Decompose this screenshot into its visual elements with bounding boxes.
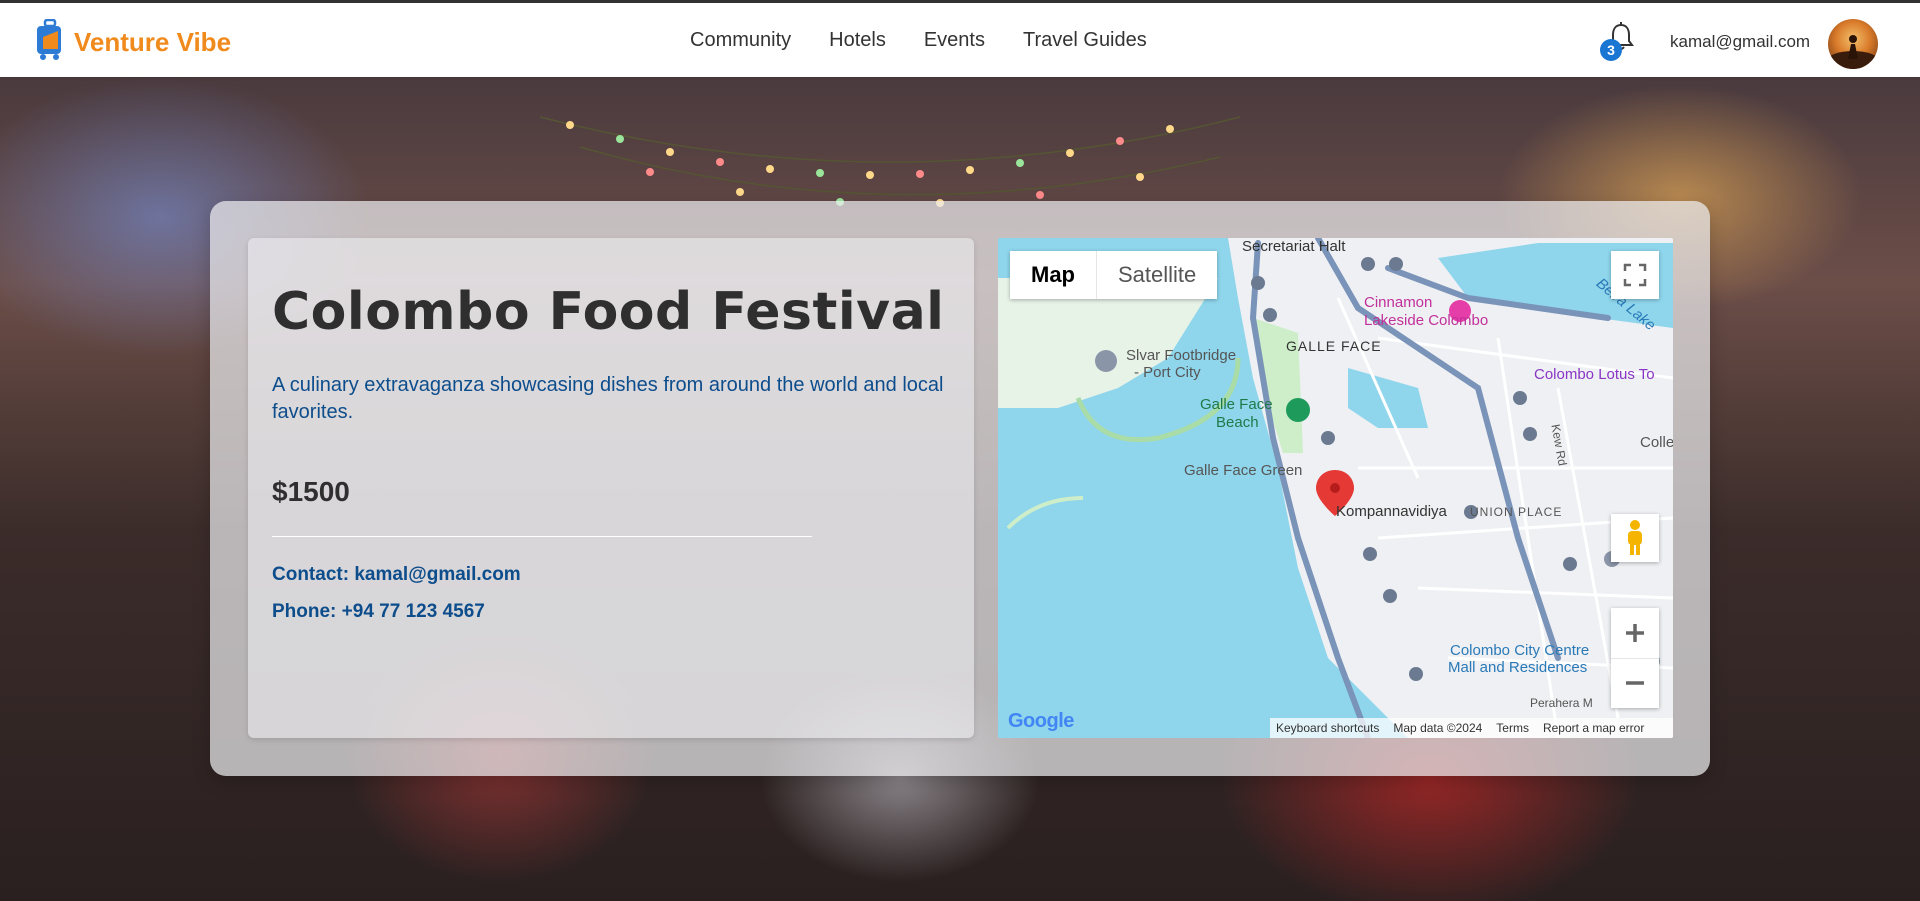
divider <box>272 536 812 537</box>
report-map-error-link[interactable]: Report a map error <box>1543 721 1644 735</box>
keyboard-shortcuts-link[interactable]: Keyboard shortcuts <box>1276 721 1379 735</box>
map-label-galle-face-area: GALLE FACE <box>1286 338 1382 354</box>
event-phone[interactable]: Phone: +94 77 123 4567 <box>272 601 485 623</box>
user-avatar[interactable] <box>1828 19 1878 69</box>
nav-community[interactable]: Community <box>690 29 791 52</box>
map-zoom-control <box>1611 608 1659 708</box>
map-fullscreen-button[interactable] <box>1611 251 1659 299</box>
user-email: kamal@gmail.com <box>1670 32 1811 51</box>
map-label-cinnamon: Cinnamon <box>1364 294 1433 311</box>
map-label-silvar-2: - Port City <box>1134 364 1201 381</box>
nav-hotels[interactable]: Hotels <box>829 29 886 52</box>
string-lights-decoration <box>540 116 1240 207</box>
map-label-ccc: Colombo City Centre <box>1450 642 1590 659</box>
pegman-icon <box>1628 520 1642 555</box>
street-view-pegman-button[interactable] <box>1611 514 1659 562</box>
nav-travel-guides[interactable]: Travel Guides <box>1023 29 1147 52</box>
terms-link[interactable]: Terms <box>1496 721 1529 735</box>
map-label-silvar: Slvar Footbridge <box>1126 347 1237 364</box>
notifications-button[interactable]: 3 <box>1600 21 1634 61</box>
map-type-satellite-button[interactable]: Satellite <box>1096 251 1217 299</box>
map-label-gf-green: Galle Face Green <box>1184 462 1303 479</box>
avatar-image <box>1828 35 1878 69</box>
map-label-gf-beach: Galle Face <box>1200 396 1273 413</box>
main-nav: Community Hotels Events Travel Guides <box>690 29 1147 52</box>
map-label-gf-beach-2: Beach <box>1216 414 1259 431</box>
event-location-map[interactable]: Secretariat Halt Cinnamon Lakeside Colom… <box>998 238 1673 738</box>
event-contact[interactable]: Contact: kamal@gmail.com <box>272 564 521 586</box>
map-label-cinnamon-2: Lakeside Colombo <box>1364 312 1489 329</box>
top-navbar: Venture Vibe Community Hotels Events Tra… <box>0 0 1920 77</box>
map-attribution-bar: Keyboard shortcuts Map data ©2024 Terms … <box>1270 718 1673 738</box>
map-label-lotus: Colombo Lotus To <box>1534 366 1655 383</box>
map-label-perahera: Perahera M <box>1530 696 1593 710</box>
nav-events[interactable]: Events <box>924 29 985 52</box>
plus-icon <box>1626 623 1644 642</box>
brand-name: Venture Vibe <box>74 26 232 57</box>
brand-logo[interactable]: Venture Vibe <box>34 19 231 61</box>
map-type-map-button[interactable]: Map <box>1010 251 1096 299</box>
event-title: Colombo Food Festival <box>272 282 945 342</box>
map-label-secretariat: Secretariat Halt <box>1242 238 1346 255</box>
minus-icon <box>1626 681 1644 685</box>
map-type-control: Map Satellite <box>1010 251 1218 299</box>
event-description: A culinary extravaganza showcasing dishe… <box>272 374 944 423</box>
map-label-kompannavidiya: Kompannavidiya <box>1336 503 1447 520</box>
google-logo[interactable]: Google <box>1008 710 1074 733</box>
notification-count-badge: 3 <box>1600 39 1622 61</box>
zoom-in-button[interactable] <box>1611 608 1659 659</box>
event-price: $1500 <box>272 476 350 507</box>
map-label-colle: Colle <box>1640 434 1673 451</box>
suitcase-icon <box>37 19 61 60</box>
fullscreen-icon <box>1623 263 1647 287</box>
zoom-out-button[interactable] <box>1611 659 1659 709</box>
map-label-union: UNION PLACE <box>1470 505 1563 519</box>
map-label-ccc-2: Mall and Residences <box>1448 659 1588 676</box>
map-data-text: Map data ©2024 <box>1393 721 1483 735</box>
